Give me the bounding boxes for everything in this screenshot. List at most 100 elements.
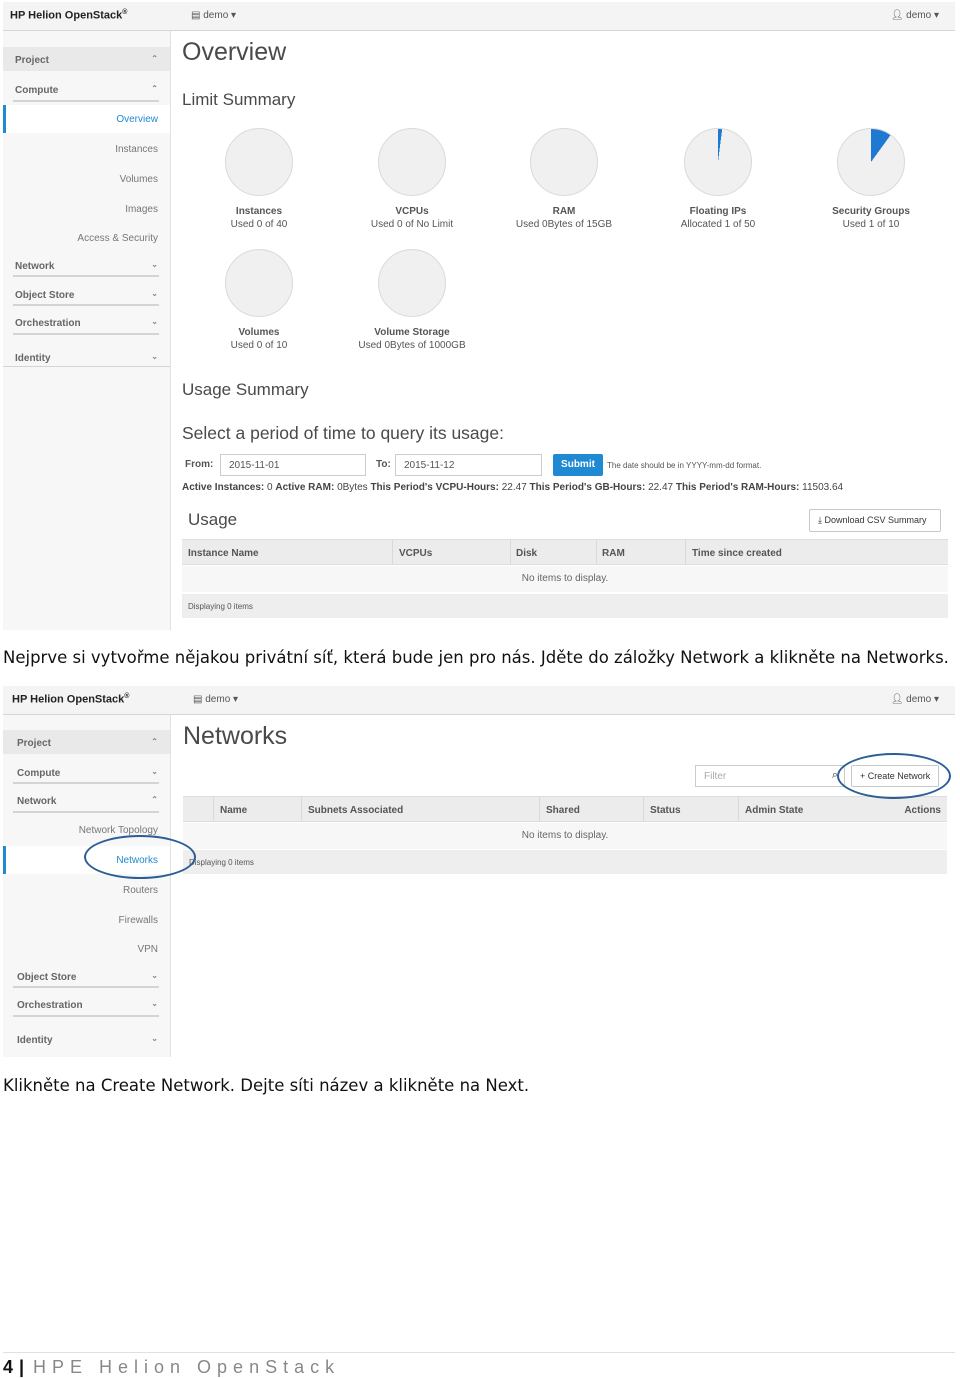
sidebar-compute[interactable]: Compute ⌃	[3, 77, 170, 101]
column-separator	[643, 797, 644, 821]
column-header[interactable]: RAM	[602, 548, 625, 559]
limit-name: Security Groups	[832, 206, 910, 217]
limit-summary-heading: Limit Summary	[182, 90, 296, 109]
column-header[interactable]: Disk	[516, 548, 537, 559]
download-csv-button[interactable]: ⤓ Download CSV Summary	[809, 509, 941, 532]
project-dropdown[interactable]: ▤ demo ▾	[193, 694, 238, 705]
divider	[13, 100, 159, 102]
limit-pie-chart	[837, 128, 905, 196]
caret-down-icon: ▾	[233, 694, 239, 705]
sidebar-network[interactable]: Network ⌄	[3, 253, 170, 277]
column-header[interactable]: Time since created	[692, 548, 782, 559]
limit-pie-label: Volume Storage Used 0Bytes of 1000GB	[332, 326, 492, 352]
usage-table-empty: No items to display.	[182, 566, 948, 592]
sidebar-item-instances[interactable]: Instances	[3, 135, 170, 163]
column-separator	[213, 797, 214, 821]
project-dropdown[interactable]: ▤ demo ▾	[191, 10, 236, 21]
chevron-down-icon: ⌄	[151, 1034, 158, 1043]
sidebar-orchestration[interactable]: Orchestration ⌄	[3, 992, 170, 1016]
limit-pie-chart	[530, 128, 598, 196]
to-label: To:	[376, 459, 391, 470]
limit-pie-chart	[225, 128, 293, 196]
chevron-down-icon: ⌄	[151, 352, 158, 361]
networks-table-header: Name Subnets Associated Shared Status Ad…	[183, 796, 947, 822]
user-icon: 👤︎	[890, 10, 907, 21]
project-icon: ▤	[193, 694, 206, 705]
limit-detail: Used 0 of 40	[230, 219, 288, 230]
sidebar-object-store[interactable]: Object Store ⌄	[3, 964, 170, 988]
user-dropdown[interactable]: 👤︎ demo ▾	[891, 10, 939, 21]
limit-pie-chart	[378, 249, 446, 317]
networks-screenshot: HP Helion OpenStack® ▤ demo ▾ 👤︎ demo ▾ …	[3, 686, 955, 1057]
user-dropdown[interactable]: 👤︎ demo ▾	[891, 694, 939, 705]
sidebar-item-overview[interactable]: Overview	[3, 105, 170, 133]
user-icon: 👤︎	[890, 694, 907, 705]
limit-detail: Used 0 of No Limit	[370, 219, 454, 230]
limit-name: Volume Storage	[374, 327, 450, 338]
sidebar-network[interactable]: Network ⌃	[3, 788, 170, 812]
page-footer: 4 | HPE Helion OpenStack	[3, 1352, 955, 1377]
column-header[interactable]: Instance Name	[188, 548, 259, 559]
column-header[interactable]: VCPUs	[399, 548, 432, 559]
sidebar-item-vpn[interactable]: VPN	[3, 935, 170, 963]
instruction-paragraph-1: Nejprve si vytvořme nějakou privátní síť…	[3, 648, 949, 667]
chevron-down-icon: ⌄	[151, 767, 158, 776]
usage-summary-heading: Usage Summary	[182, 380, 309, 399]
sidebar-item-access-security[interactable]: Access & Security	[3, 224, 170, 252]
project-icon: ▤	[191, 10, 204, 21]
caret-down-icon: ▾	[933, 694, 939, 705]
sidebar-object-store[interactable]: Object Store ⌄	[3, 282, 170, 306]
page-number: 4	[3, 1357, 14, 1377]
column-separator	[510, 540, 511, 564]
limit-detail: Used 0 of 10	[230, 340, 288, 351]
limit-pie-chart	[378, 128, 446, 196]
limit-detail: Allocated 1 of 50	[680, 219, 756, 230]
column-separator	[685, 540, 686, 564]
limit-detail: Used 1 of 10	[842, 219, 900, 230]
column-separator	[738, 797, 739, 821]
top-bar: HP Helion OpenStack® ▤ demo ▾ 👤︎ demo ▾	[3, 686, 955, 715]
sidebar-item-images[interactable]: Images	[3, 195, 170, 223]
divider	[13, 304, 159, 306]
caret-down-icon: ▾	[231, 10, 237, 21]
limit-detail: Used 0Bytes of 15GB	[515, 219, 613, 230]
to-date-input[interactable]: 2015-11-12	[395, 454, 542, 476]
sidebar-item-firewalls[interactable]: Firewalls	[3, 906, 170, 934]
chevron-up-icon: ⌃	[151, 54, 158, 63]
sidebar-compute[interactable]: Compute ⌄	[3, 760, 170, 784]
limit-pie-label: Volumes Used 0 of 10	[179, 326, 339, 352]
caret-down-icon: ▾	[933, 10, 939, 21]
column-header[interactable]: Status	[650, 805, 681, 816]
date-format-hint: The date should be in YYYY-mm-dd format.	[607, 461, 762, 470]
from-date-input[interactable]: 2015-11-01	[220, 454, 366, 476]
sidebar-item-routers[interactable]: Routers	[3, 876, 170, 904]
column-header[interactable]: Admin State	[745, 805, 803, 816]
column-separator	[596, 540, 597, 564]
networks-table-empty: No items to display.	[183, 823, 947, 849]
limit-name: Floating IPs	[689, 206, 747, 217]
divider	[13, 986, 159, 988]
page-title: Networks	[183, 722, 288, 750]
column-header[interactable]: Name	[220, 805, 247, 816]
usage-table-footer: Displaying 0 items	[182, 594, 948, 618]
column-header[interactable]: Shared	[546, 805, 580, 816]
column-header: Actions	[904, 805, 941, 816]
period-heading: Select a period of time to query its usa…	[182, 423, 504, 443]
from-label: From:	[185, 459, 214, 470]
divider	[13, 275, 159, 277]
column-header[interactable]: Subnets Associated	[308, 805, 403, 816]
column-separator	[539, 797, 540, 821]
filter-input[interactable]: Filter ⌕	[695, 765, 845, 787]
submit-button[interactable]: Submit	[553, 454, 603, 476]
annotation-circle-networks	[84, 835, 196, 879]
sidebar-item-volumes[interactable]: Volumes	[3, 165, 170, 193]
sidebar-identity[interactable]: Identity ⌄	[3, 1027, 170, 1051]
sidebar-project[interactable]: Project ⌃	[3, 730, 170, 754]
limit-pie-label: RAM Used 0Bytes of 15GB	[484, 205, 644, 231]
sidebar-orchestration[interactable]: Orchestration ⌄	[3, 310, 170, 334]
usage-table-title: Usage	[188, 510, 238, 529]
sidebar-project[interactable]: Project ⌃	[3, 47, 170, 71]
chevron-up-icon: ⌃	[151, 84, 158, 93]
chevron-up-icon: ⌃	[151, 795, 158, 804]
limit-pie-label: Security Groups Used 1 of 10	[791, 205, 951, 231]
